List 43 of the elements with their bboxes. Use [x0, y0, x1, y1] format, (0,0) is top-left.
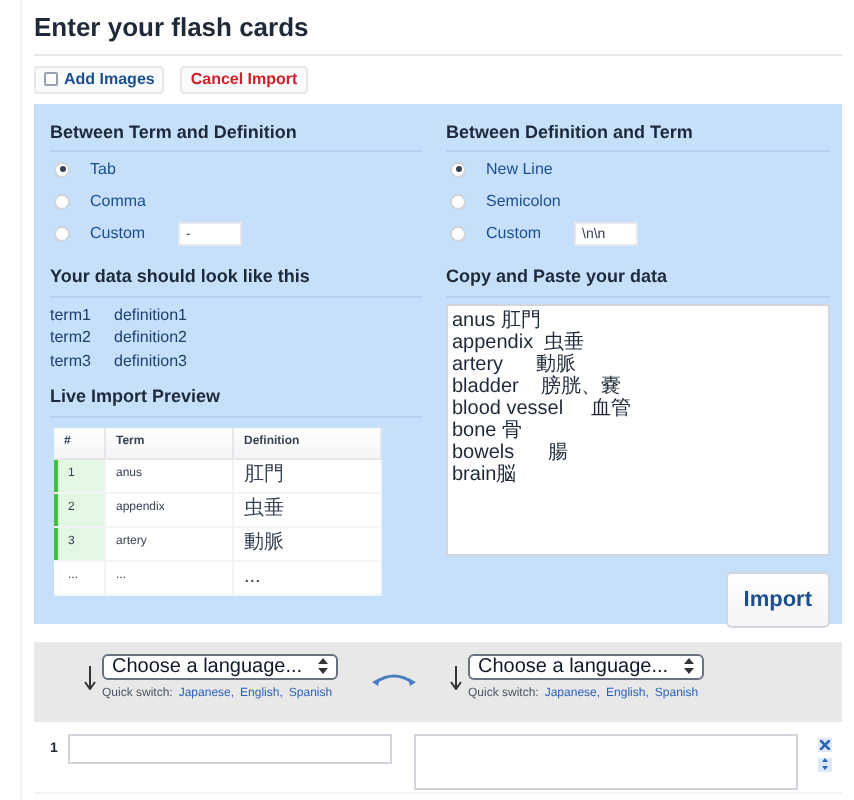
table-cell: ...	[234, 561, 382, 593]
section-heading: Copy and Paste your data	[446, 264, 830, 297]
example-term: term1	[50, 303, 93, 326]
example-definition: definition3	[114, 349, 187, 372]
term-field[interactable]	[67, 733, 392, 763]
language-select[interactable]: Choose a language...	[468, 653, 704, 679]
example-definition: definition1	[114, 303, 187, 326]
radio-button[interactable]	[54, 161, 70, 177]
delete-icon[interactable]	[817, 737, 832, 751]
example-term: term3	[50, 349, 93, 372]
radio-button[interactable]	[450, 193, 466, 209]
radio-button[interactable]	[450, 225, 466, 241]
table-cell: 肛門	[234, 459, 382, 491]
cancel-import-button[interactable]: Cancel Import	[180, 65, 308, 93]
down-arrow-icon	[84, 665, 96, 689]
radio-button[interactable]	[450, 161, 466, 177]
example-term: term2	[50, 326, 93, 349]
swap-arrows-icon[interactable]	[372, 669, 416, 685]
paste-textarea[interactable]: anus 肛門 appendix 虫垂 artery 動脈 bladder 膀胱、嚢 blood vessel 血管 bone 骨 bowels 腸 brain脳	[446, 303, 830, 555]
radio-button[interactable]	[54, 225, 70, 241]
section-heading: Live Import Preview	[50, 384, 422, 417]
table-cell: 動脈	[234, 527, 382, 559]
move-icon[interactable]	[817, 757, 832, 771]
option-label: Comma	[90, 189, 149, 213]
add-images-button[interactable]: Add Images	[34, 65, 165, 93]
section-heading: Between Term and Definition	[50, 119, 422, 152]
option-label: Custom	[90, 221, 148, 245]
table-cell: 虫垂	[234, 493, 382, 525]
down-arrow-icon	[450, 665, 462, 689]
definition-field[interactable]	[413, 733, 798, 789]
radio-button[interactable]	[54, 193, 70, 209]
checkbox[interactable]	[44, 72, 58, 86]
section-heading: Your data should look like this	[50, 264, 422, 297]
option-label: New Line	[486, 157, 554, 181]
select-arrows-icon	[684, 658, 694, 674]
option-label: Custom	[486, 221, 544, 245]
select-arrows-icon	[318, 658, 328, 674]
example-definition: definition2	[114, 326, 187, 349]
option-label: Tab	[90, 157, 118, 181]
page-title: Enter your flash cards	[34, 8, 842, 55]
section-heading: Between Definition and Term	[446, 119, 830, 152]
language-select[interactable]: Choose a language...	[102, 653, 338, 679]
import-button[interactable]: Import	[725, 571, 830, 628]
